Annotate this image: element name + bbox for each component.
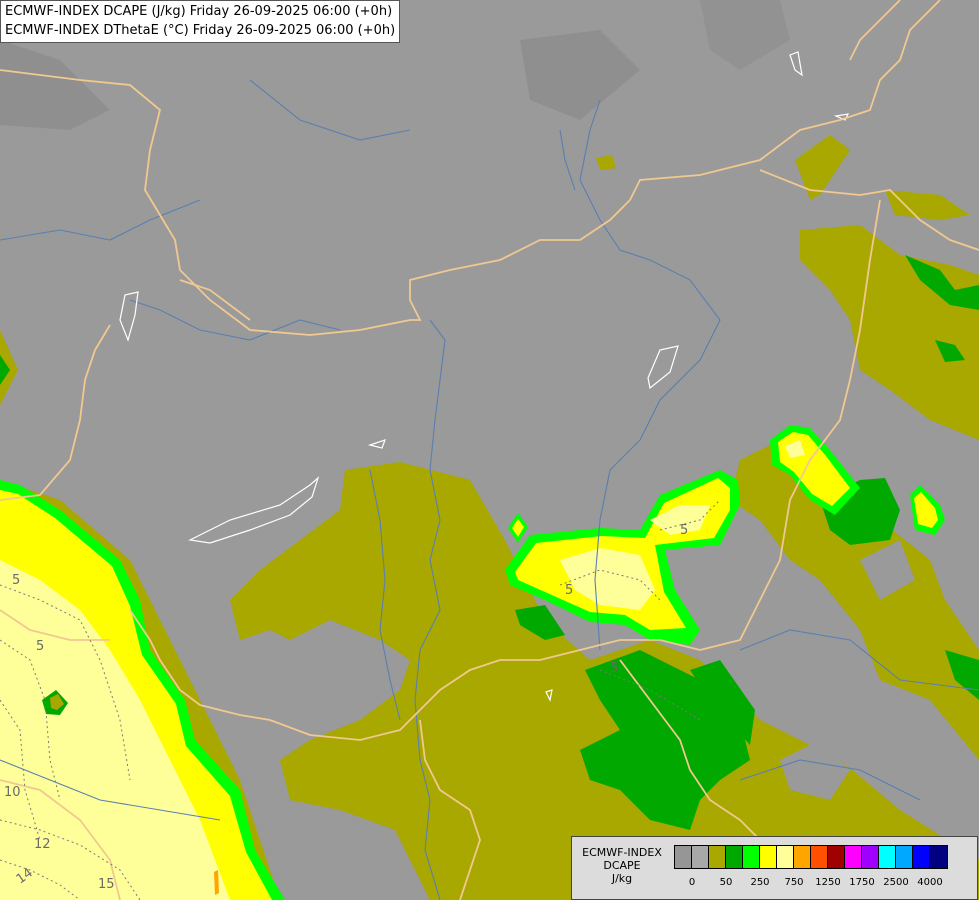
legend-swatch: [896, 846, 913, 868]
legend-tick-label: 1750: [849, 877, 875, 888]
legend-swatch: [777, 846, 794, 868]
legend-swatch: [862, 846, 879, 868]
isoline-label: 15: [98, 877, 115, 892]
legend-model: ECMWF-INDEX: [582, 846, 662, 859]
legend-tick-label: 250: [750, 877, 770, 888]
legend-swatch: [845, 846, 862, 868]
legend-swatch: [675, 846, 692, 868]
legend-swatch: [692, 846, 709, 868]
legend-swatches: [674, 845, 948, 869]
legend-swatch: [879, 846, 896, 868]
isoline-label: 5: [610, 661, 618, 676]
weather-map: 5 5 5 5 5 10 12 14 15: [0, 0, 979, 900]
isoline-label: 12: [34, 837, 51, 852]
legend-swatch: [743, 846, 760, 868]
isoline-label: 5: [12, 573, 20, 588]
title-dthetae: ECMWF-INDEX DThetaE (°C) Friday 26-09-20…: [5, 23, 396, 38]
legend-swatch: [760, 846, 777, 868]
legend-swatch: [794, 846, 811, 868]
isoline-label: 5: [565, 583, 573, 598]
legend-unit: J/kg: [611, 872, 633, 885]
isoline-label: 10: [4, 785, 21, 800]
legend-tick-label: 50: [719, 877, 733, 888]
legend-label: ECMWF-INDEX DCAPE J/kg: [576, 846, 668, 885]
legend-tick-label: 1250: [815, 877, 841, 888]
title-dcape: ECMWF-INDEX DCAPE (J/kg) Friday 26-09-20…: [5, 4, 393, 19]
legend-swatch: [913, 846, 930, 868]
legend-swatch: [726, 846, 743, 868]
legend-swatch: [811, 846, 828, 868]
legend-tick-label: 4000: [917, 877, 943, 888]
legend-tick-label: 2500: [883, 877, 909, 888]
legend-swatch: [709, 846, 726, 868]
color-legend: ECMWF-INDEX DCAPE J/kg 0 50 250 750 1250 1750…: [571, 836, 978, 900]
isoline-label: 5: [680, 523, 688, 538]
map-title-box: ECMWF-INDEX DCAPE (J/kg) Friday 26-09-20…: [0, 0, 401, 43]
legend-variable: DCAPE: [603, 859, 641, 872]
legend-tick-label: 750: [784, 877, 804, 888]
isoline-label: 5: [36, 639, 44, 654]
legend-tick-label: 0: [688, 877, 696, 888]
legend-swatch: [828, 846, 845, 868]
legend-swatch: [930, 846, 947, 868]
